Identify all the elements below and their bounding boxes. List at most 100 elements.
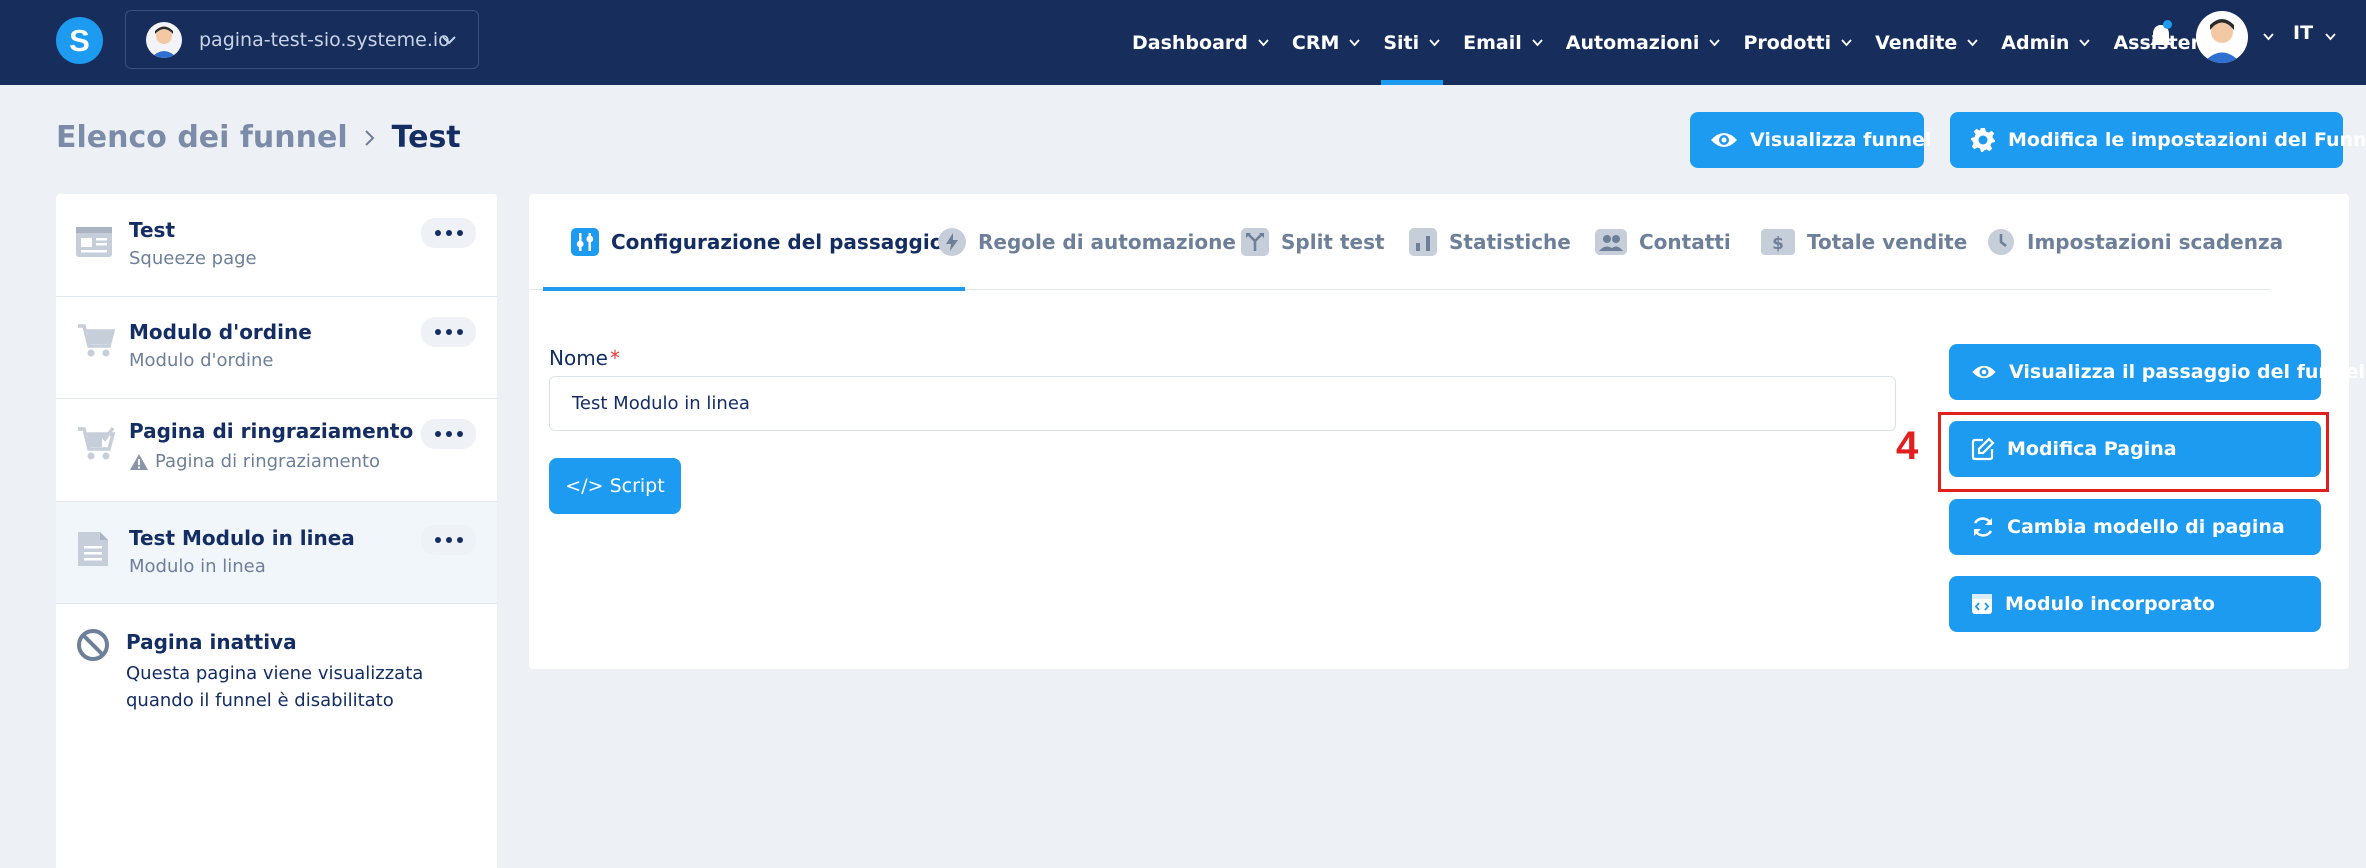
chevron-down-icon <box>442 36 456 45</box>
user-avatar[interactable] <box>2196 11 2248 63</box>
more-options-button[interactable] <box>421 525 476 555</box>
clock-icon <box>1988 229 2014 255</box>
nav-email[interactable]: Email <box>1463 0 1544 85</box>
step-tabs: Configurazione del passaggio Regole di a… <box>529 194 2283 291</box>
tab-split-test[interactable]: Split test <box>1241 194 1385 290</box>
breadcrumb-current: Test <box>391 120 461 155</box>
tab-label: Regole di automazione <box>978 230 1236 254</box>
site-selector-dropdown[interactable]: pagina-test-sio.systeme.io <box>125 10 479 69</box>
funnel-step-item[interactable]: Pagina di ringraziamento Pagina di ringr… <box>56 399 497 502</box>
users-icon <box>1595 229 1627 255</box>
name-label-text: Nome <box>549 346 608 370</box>
step-name-input[interactable] <box>549 376 1896 431</box>
split-icon <box>1241 228 1269 256</box>
sliders-icon <box>571 228 599 256</box>
warning-icon <box>130 453 148 470</box>
ban-icon <box>77 629 109 661</box>
more-options-button[interactable] <box>421 419 476 449</box>
breadcrumb: Elenco dei funnel Test <box>56 120 461 155</box>
tab-label: Contatti <box>1639 230 1731 254</box>
funnel-steps-sidebar: Test Squeeze page Modulo d'ordine Modulo… <box>56 194 497 868</box>
step-type: Modulo d'ordine <box>129 350 274 371</box>
step-type-row: Pagina di ringraziamento <box>129 451 380 472</box>
refresh-icon <box>1973 517 1993 537</box>
tab-contacts[interactable]: Contatti <box>1595 194 1731 290</box>
chevron-down-icon <box>1349 39 1361 47</box>
top-navigation-bar: S pagina-test-sio.systeme.io Dashboard C… <box>0 0 2366 85</box>
funnel-settings-label: Modifica le impostazioni del Funnel <box>2008 129 2366 151</box>
tab-label: Split test <box>1281 230 1385 254</box>
lightning-icon <box>938 228 966 256</box>
step-title: Pagina di ringraziamento <box>129 419 414 443</box>
site-name: pagina-test-sio.systeme.io <box>199 28 450 51</box>
more-options-button[interactable] <box>421 218 476 248</box>
language-selector[interactable]: IT <box>2293 22 2313 44</box>
chevron-down-icon[interactable] <box>2324 30 2337 43</box>
dollar-icon: $ <box>1761 229 1795 255</box>
tab-label: Statistiche <box>1449 230 1571 254</box>
tab-step-configuration[interactable]: Configurazione del passaggio <box>542 194 966 291</box>
inactive-page-description: Questa pagina viene visualizzata quando … <box>126 663 424 711</box>
inactive-page-title[interactable]: Pagina inattiva <box>126 630 297 654</box>
systeme-logo[interactable]: S <box>56 17 103 64</box>
embedded-form-button[interactable]: Modulo incorporato <box>1949 576 2321 632</box>
chevron-down-icon <box>2079 39 2091 47</box>
tab-total-sales[interactable]: $ Totale vendite <box>1761 194 1967 290</box>
change-template-button[interactable]: Cambia modello di pagina <box>1949 499 2321 555</box>
funnel-step-item[interactable]: Modulo d'ordine Modulo d'ordine <box>56 297 497 399</box>
tab-expiry-settings[interactable]: Impostazioni scadenza <box>1987 194 2283 290</box>
change-template-label: Cambia modello di pagina <box>2007 516 2285 538</box>
site-avatar-icon <box>146 21 182 58</box>
nav-dashboard[interactable]: Dashboard <box>1132 0 1270 85</box>
chevron-down-icon <box>1967 39 1978 47</box>
step-title: Modulo d'ordine <box>129 320 312 344</box>
funnel-settings-button[interactable]: Modifica le impostazioni del Funnel <box>1950 112 2366 168</box>
chevron-down-icon <box>1532 39 1543 47</box>
nav-admin[interactable]: Admin <box>2001 0 2091 85</box>
chevron-down-icon <box>1258 39 1269 47</box>
chevron-right-icon <box>364 129 375 146</box>
annotation-highlight-box <box>1938 412 2329 492</box>
squeeze-page-icon <box>76 227 112 257</box>
gear-icon <box>1971 128 1995 152</box>
svg-text:$: $ <box>1772 234 1784 254</box>
document-icon <box>78 532 108 566</box>
view-step-label: Visualizza il passaggio del funnel <box>2009 361 2365 383</box>
main-nav: Dashboard CRM Siti Email Automazioni Pro… <box>1132 0 2250 85</box>
funnel-step-item-selected[interactable]: Test Modulo in linea Modulo in linea <box>56 502 497 604</box>
nav-siti[interactable]: Siti <box>1381 0 1443 85</box>
cart-check-icon <box>78 426 116 460</box>
chevron-down-icon <box>1841 39 1852 47</box>
view-funnel-button[interactable]: Visualizza funnel <box>1690 112 1931 168</box>
code-window-icon <box>1972 594 1992 614</box>
bar-chart-icon <box>1409 228 1437 256</box>
step-type: Pagina di ringraziamento <box>155 451 381 472</box>
chevron-down-icon <box>1709 39 1721 47</box>
name-field-label: Nome * <box>549 346 620 370</box>
view-step-button[interactable]: Visualizza il passaggio del funnel <box>1949 344 2365 400</box>
nav-automazioni[interactable]: Automazioni <box>1566 0 1722 85</box>
funnel-step-item[interactable]: Test Squeeze page <box>56 194 497 297</box>
embedded-form-label: Modulo incorporato <box>2005 593 2215 615</box>
eye-icon <box>1972 365 1996 379</box>
chevron-down-icon[interactable] <box>2262 30 2275 43</box>
annotation-step-number: 4 <box>1896 424 1919 468</box>
more-options-button[interactable] <box>421 317 476 347</box>
step-title: Test Modulo in linea <box>129 526 355 550</box>
nav-crm[interactable]: CRM <box>1292 0 1361 85</box>
required-marker: * <box>609 346 620 370</box>
chevron-down-icon <box>1429 39 1440 47</box>
nav-vendite[interactable]: Vendite <box>1875 0 1979 85</box>
tab-label: Totale vendite <box>1807 230 1968 254</box>
step-title: Test <box>129 218 176 242</box>
step-type: Modulo in linea <box>129 556 266 577</box>
nav-prodotti[interactable]: Prodotti <box>1743 0 1853 85</box>
cart-icon <box>78 324 116 357</box>
view-funnel-label: Visualizza funnel <box>1750 129 1932 151</box>
tab-label: Configurazione del passaggio <box>611 230 944 254</box>
eye-icon <box>1711 133 1737 147</box>
tab-automation-rules[interactable]: Regole di automazione <box>938 194 1236 290</box>
script-button[interactable]: </> Script <box>549 458 681 514</box>
tab-statistics[interactable]: Statistiche <box>1409 194 1571 290</box>
breadcrumb-funnel-list[interactable]: Elenco dei funnel <box>56 120 348 155</box>
